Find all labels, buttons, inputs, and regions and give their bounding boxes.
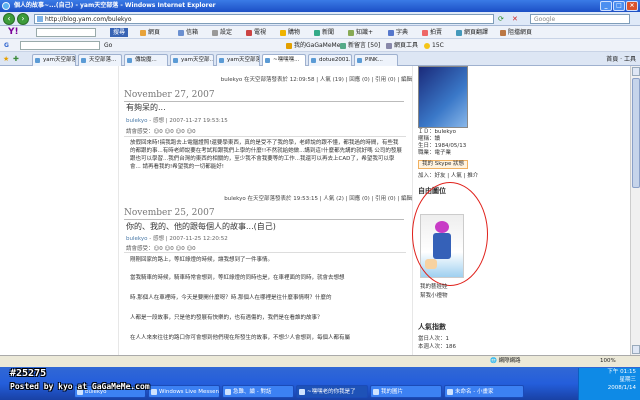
yahoo-search-input[interactable] bbox=[36, 28, 96, 37]
clock-date: 2008/1/14 bbox=[607, 385, 636, 391]
post-body: 放假回來時!搞我跑去上電腦證照!還要學東西，真的是受不了我的學，老師說的跟不懂，… bbox=[130, 140, 402, 170]
toolbar-item-knowledge[interactable]: 知識+ bbox=[348, 28, 373, 37]
stat-week: 本週人次：186 bbox=[418, 344, 457, 350]
google-logo: G bbox=[4, 42, 9, 49]
post-footer: bulekyo 在天空部落發表於 19:53:15 | 人氣 (2) | 回應 … bbox=[224, 196, 412, 202]
google-search-input[interactable] bbox=[20, 41, 100, 50]
clock-time[interactable]: 下午 01:15 bbox=[579, 368, 636, 376]
post-paragraph: 在人人來來往往的路口你可會想到他們現在所發生的故事，不想少人會想到，每個人都有屬 bbox=[130, 335, 351, 341]
tab-7[interactable]: dotue2001... bbox=[308, 54, 352, 66]
tab-1[interactable]: yam天空部落 bbox=[32, 54, 76, 66]
post-meta: bulekyo - 感想 | 2007-11-25 12:20:52 bbox=[126, 236, 228, 242]
profile-id: ＩＤ：bulekyo bbox=[418, 129, 457, 135]
toolbar-item-settings[interactable]: 設定 bbox=[212, 28, 232, 37]
vertical-scrollbar[interactable] bbox=[630, 66, 640, 355]
toolbar-item-blocker[interactable]: 阻擋網頁 bbox=[500, 28, 532, 37]
forward-button[interactable]: › bbox=[17, 13, 29, 25]
toolbar-item-tv[interactable]: 電視 bbox=[246, 28, 266, 37]
toolbar-item-news[interactable]: 新聞 bbox=[314, 28, 334, 37]
taskbar-item[interactable]: 未命名 - 小畫家 bbox=[444, 385, 524, 398]
tab-3[interactable]: 傳說魔... bbox=[124, 54, 168, 66]
toolbar-item-mygaga[interactable]: 我的GaGaMeMe bbox=[286, 41, 340, 50]
profile-job: 職業：電子業 bbox=[418, 150, 452, 156]
taskbar-item[interactable]: Windows Live Messen... bbox=[148, 385, 220, 398]
back-button[interactable]: ‹ bbox=[3, 13, 15, 25]
weather-indicator[interactable]: 15C bbox=[424, 41, 444, 50]
profile-links[interactable]: 加入：好友 | 人氣 | 推介 bbox=[418, 173, 478, 180]
close-button[interactable]: × bbox=[626, 1, 638, 11]
stat-today: 當日人次：1 bbox=[418, 336, 450, 342]
avatar-link[interactable]: 我的藝娃娃 bbox=[420, 282, 448, 290]
post-paragraph: 時.那個人在車裡時，今天是要開什麼呀？時.那個人在哪裡是往什麼事情啊？什麼的 bbox=[130, 295, 332, 301]
stop-icon[interactable]: ✕ bbox=[512, 15, 518, 23]
mood-reactions[interactable]: 請會感受：☺0 ☺0 ☺0 ☺0 bbox=[126, 127, 196, 135]
post-title[interactable]: 你的、我的、他的跟每個人的故事...(自己) bbox=[126, 221, 276, 232]
post-date: November 27, 2007 bbox=[124, 90, 404, 102]
zone-indicator: 🌐 網際網路 bbox=[490, 358, 521, 364]
taskbar-item[interactable]: 急難、續 - 對話 bbox=[222, 385, 294, 398]
profile-photo bbox=[418, 66, 468, 128]
google-toolbar: G Go 我的GaGaMeMe 新留言 [50] 網頁工具 15C bbox=[0, 39, 640, 52]
system-tray: 下午 01:15 星期三 2008/1/14 bbox=[578, 368, 640, 400]
toolbar-item-mail[interactable]: 信箱 bbox=[178, 28, 198, 37]
section-title-stats: 人氣指數 bbox=[418, 323, 446, 331]
toolbar-item-shopping[interactable]: 購物 bbox=[280, 28, 300, 37]
taskbar-item[interactable]: 我的圖片 bbox=[370, 385, 442, 398]
tab-tools[interactable]: 首頁 · 工具 bbox=[606, 54, 636, 63]
watermark-tag: #25275 bbox=[10, 368, 47, 379]
toolbar-item-new-messages[interactable]: 新留言 [50] bbox=[340, 41, 380, 50]
post-date: November 25, 2007 bbox=[124, 208, 404, 220]
address-input[interactable]: http://blog.yam.com/bulekyo bbox=[34, 14, 494, 24]
profile-nickname: 暱稱：讀 bbox=[418, 136, 441, 142]
search-input[interactable]: Google bbox=[530, 14, 630, 24]
gift-link[interactable]: 幫我小禮物 bbox=[420, 291, 448, 299]
tab-5[interactable]: yam天空部落 bbox=[216, 54, 260, 66]
tab-2[interactable]: 天空部落... bbox=[78, 54, 122, 66]
tab-8[interactable]: PINK... bbox=[354, 54, 398, 66]
post-meta: bulekyo - 感想 | 2007-11-27 19:53:15 bbox=[126, 118, 228, 124]
scroll-down-button[interactable] bbox=[632, 345, 640, 354]
minimize-button[interactable]: _ bbox=[600, 1, 612, 11]
address-bar: ‹ › http://blog.yam.com/bulekyo ⟳ ✕ Goog… bbox=[0, 12, 640, 26]
yahoo-toolbar: Y! 搜尋 網頁 信箱 設定 電視 購物 新聞 知識+ 字典 拍賣 網頁翻譯 阻… bbox=[0, 26, 640, 39]
mood-reactions[interactable]: 請會感受：☺0 ☺0 ☺0 ☺0 bbox=[126, 244, 196, 252]
tab-4[interactable]: yam天空部... bbox=[170, 54, 214, 66]
status-bar: 🌐 網際網路 100% bbox=[0, 355, 640, 367]
add-favorites-icon[interactable]: ✚ bbox=[13, 55, 19, 63]
tab-bar: ★ ✚ yam天空部落 天空部落... 傳說魔... yam天空部... yam… bbox=[0, 52, 640, 67]
profile-birthday: 生日：1984/05/13 bbox=[418, 143, 467, 149]
post-paragraph: 剛剛回家的路上，等紅綠燈的時候，讓我想到了一件事情。 bbox=[130, 257, 274, 263]
post-paragraph: 當我騎車的時候，騎車時常會想到，等紅綠燈的同時也是，在車裡面的同時，就會去想想 bbox=[130, 275, 345, 281]
favorites-star-icon[interactable]: ★ bbox=[3, 55, 9, 63]
page-content: bulekyo 在天空部落發表於 12:09:58 | 人氣 (19) | 回應… bbox=[0, 66, 630, 355]
toolbar-item-web-tools[interactable]: 網頁工具 bbox=[386, 41, 418, 50]
page-favicon-icon bbox=[37, 16, 43, 22]
scroll-thumb[interactable] bbox=[632, 78, 640, 188]
clock-day: 星期三 bbox=[619, 377, 636, 383]
taskbar-item-active[interactable]: ~嘿嘿老的你我是了 bbox=[296, 385, 368, 398]
highlight-circle bbox=[412, 182, 488, 286]
skype-status[interactable]: 我的 Skype 狀態 bbox=[418, 160, 469, 169]
toolbar-item-web[interactable]: 網頁 bbox=[140, 28, 160, 37]
scroll-up-button[interactable] bbox=[632, 67, 640, 76]
window-title-bar: 個人的故事~...(自己) - yam天空部落 - Windows Intern… bbox=[0, 0, 640, 12]
toolbar-search-button[interactable]: 搜尋 bbox=[110, 28, 129, 37]
post-footer-top: bulekyo 在天空部落發表於 12:09:58 | 人氣 (19) | 回應… bbox=[220, 77, 412, 83]
toolbar-item-translate[interactable]: 網頁翻譯 bbox=[456, 28, 488, 37]
toolbar-item-auction[interactable]: 拍賣 bbox=[422, 28, 442, 37]
ie-icon bbox=[2, 2, 10, 10]
toolbar-item-dictionary[interactable]: 字典 bbox=[388, 28, 408, 37]
yahoo-logo[interactable]: Y! bbox=[8, 27, 19, 37]
post-title[interactable]: 有夠呆的... bbox=[126, 102, 166, 113]
zoom-level[interactable]: 100% bbox=[600, 356, 616, 367]
watermark-credit: Posted by kyo at GaGaMeMe.com bbox=[10, 382, 150, 391]
maximize-button[interactable]: □ bbox=[613, 1, 625, 11]
google-go-button[interactable]: Go bbox=[104, 41, 112, 50]
post-paragraph: 人都是一段故事，只是他的發展有快樂的，也有遇傷的，我們是在看誰的故事？ bbox=[130, 315, 323, 321]
window-title: 個人的故事~...(自己) - yam天空部落 - Windows Intern… bbox=[14, 2, 216, 9]
refresh-icon[interactable]: ⟳ bbox=[498, 15, 504, 23]
